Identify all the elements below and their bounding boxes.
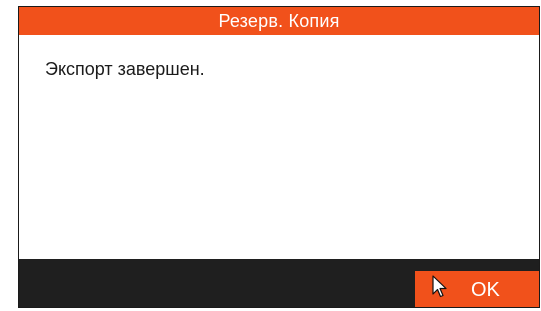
backup-dialog: Резерв. Копия Экспорт завершен. OK xyxy=(18,6,540,308)
dialog-body: Экспорт завершен. xyxy=(19,35,539,263)
ok-button[interactable]: OK xyxy=(415,271,539,307)
ok-button-label: OK xyxy=(471,279,500,301)
dialog-title-bar: Резерв. Копия xyxy=(19,7,539,35)
dialog-title: Резерв. Копия xyxy=(218,11,340,31)
dialog-footer: OK xyxy=(19,259,539,307)
status-message: Экспорт завершен. xyxy=(45,59,205,79)
mouse-pointer-icon xyxy=(432,275,447,298)
